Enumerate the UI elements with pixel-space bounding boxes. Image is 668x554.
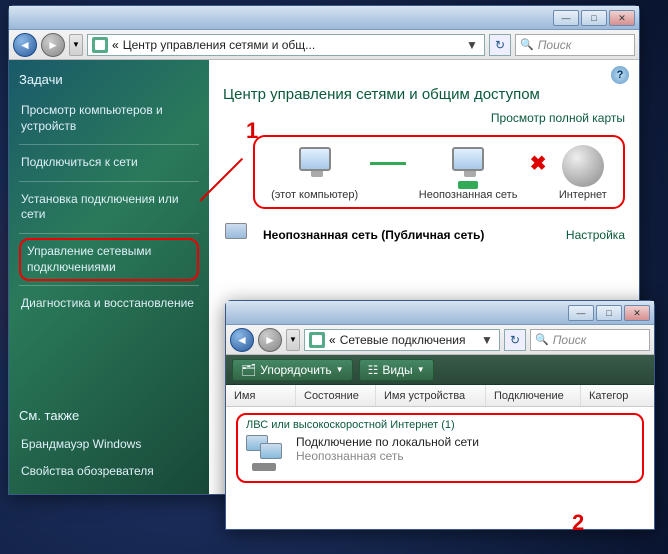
address-prefix: « <box>112 38 119 52</box>
network-icon <box>92 37 108 53</box>
help-icon[interactable]: ? <box>611 66 629 84</box>
organize-button[interactable]: 🗂Упорядочить▼ <box>232 359 353 381</box>
search-icon: 🔍 <box>520 38 534 51</box>
address-bar[interactable]: « Центр управления сетями и общ... ▼ <box>87 34 485 56</box>
connection-failed-icon: ✖ <box>530 151 547 176</box>
network-map: (этот компьютер) Неопознанная сеть ✖ Инт… <box>253 135 625 209</box>
col-status[interactable]: Состояние <box>296 385 376 406</box>
views-button[interactable]: ☷Виды▼ <box>359 359 434 381</box>
seealso-header: См. также <box>19 408 199 423</box>
seealso-internet-options[interactable]: Свойства обозревателя <box>19 458 199 486</box>
back-button-2[interactable]: ◄ <box>230 328 254 352</box>
search-box-2[interactable]: 🔍 Поиск <box>530 329 650 351</box>
refresh-button-2[interactable]: ↻ <box>504 329 526 351</box>
network-connections-window: — □ ✕ ◄ ► ▼ « Сетевые подключения ▼ ↻ 🔍 … <box>225 300 655 530</box>
search-icon-2: 🔍 <box>535 333 549 346</box>
group-header[interactable]: ЛВС или высокоскоростной Интернет (1) <box>246 419 634 431</box>
task-connect-network[interactable]: Подключиться к сети <box>19 149 199 177</box>
task-diagnose-repair[interactable]: Диагностика и восстановление <box>19 290 199 318</box>
network-icon-2 <box>309 332 325 348</box>
lan-connection-item[interactable]: Подключение по локальной сети Неопознанн… <box>246 435 634 471</box>
network-status-text: Неопознанная сеть (Публичная сеть) <box>263 228 484 242</box>
address-text-2: Сетевые подключения <box>340 333 475 347</box>
search-placeholder-2: Поиск <box>553 333 587 347</box>
connection-ok-icon <box>370 162 406 165</box>
search-placeholder: Поиск <box>538 38 572 52</box>
connection-status: Неопознанная сеть <box>296 449 479 463</box>
address-text: Центр управления сетями и общ... <box>123 38 460 52</box>
navbar: ◄ ► ▼ « Центр управления сетями и общ...… <box>9 30 639 60</box>
node-this-computer[interactable]: (этот компьютер) <box>271 145 358 201</box>
node-internet[interactable]: Интернет <box>559 145 607 201</box>
page-title: Центр управления сетями и общим доступом <box>223 86 625 103</box>
customize-link[interactable]: Настройка <box>566 228 625 242</box>
back-button[interactable]: ◄ <box>13 33 37 57</box>
search-box[interactable]: 🔍 Поиск <box>515 34 635 56</box>
view-full-map-link[interactable]: Просмотр полной карты <box>491 111 625 125</box>
maximize-button[interactable]: □ <box>581 10 607 26</box>
explorer-toolbar: 🗂Упорядочить▼ ☷Виды▼ <box>226 355 654 385</box>
sidebar-header: Задачи <box>19 72 199 87</box>
address-drop-icon[interactable]: ▼ <box>464 38 480 52</box>
refresh-button[interactable]: ↻ <box>489 34 511 56</box>
history-dropdown[interactable]: ▼ <box>69 34 83 56</box>
titlebar-2[interactable]: — □ ✕ <box>226 301 654 325</box>
network-status-row: Неопознанная сеть (Публичная сеть) Настр… <box>223 217 625 253</box>
minimize-button[interactable]: — <box>553 10 579 26</box>
connection-name: Подключение по локальной сети <box>296 435 479 449</box>
history-dropdown-2[interactable]: ▼ <box>286 329 300 351</box>
column-headers[interactable]: Имя Состояние Имя устройства Подключение… <box>226 385 654 407</box>
navbar-2: ◄ ► ▼ « Сетевые подключения ▼ ↻ 🔍 Поиск <box>226 325 654 355</box>
task-view-computers[interactable]: Просмотр компьютеров и устройств <box>19 97 199 140</box>
col-name[interactable]: Имя <box>226 385 296 406</box>
task-manage-connections[interactable]: Управление сетевыми подключениями <box>19 238 199 281</box>
close-button[interactable]: ✕ <box>609 10 635 26</box>
seealso-firewall[interactable]: Брандмауэр Windows <box>19 431 199 459</box>
connections-list: ЛВС или высокоскоростной Интернет (1) По… <box>226 407 654 529</box>
col-device[interactable]: Имя устройства <box>376 385 486 406</box>
maximize-button-2[interactable]: □ <box>596 305 622 321</box>
network-status-icon <box>223 221 255 249</box>
annotation-2: 2 <box>572 510 584 536</box>
tasks-sidebar: Задачи Просмотр компьютеров и устройств … <box>9 60 209 494</box>
titlebar[interactable]: — □ ✕ <box>9 6 639 30</box>
address-prefix-2: « <box>329 333 336 347</box>
address-bar-2[interactable]: « Сетевые подключения ▼ <box>304 329 500 351</box>
lan-group: ЛВС или высокоскоростной Интернет (1) По… <box>236 413 644 483</box>
annotation-1: 1 <box>246 118 258 144</box>
col-category[interactable]: Категор <box>581 385 654 406</box>
minimize-button-2[interactable]: — <box>568 305 594 321</box>
forward-button-2[interactable]: ► <box>258 328 282 352</box>
col-connection[interactable]: Подключение <box>486 385 581 406</box>
close-button-2[interactable]: ✕ <box>624 305 650 321</box>
forward-button[interactable]: ► <box>41 33 65 57</box>
task-setup-connection[interactable]: Установка подключения или сети <box>19 186 199 229</box>
lan-connection-icon <box>246 435 288 471</box>
address-drop-icon-2[interactable]: ▼ <box>479 333 495 347</box>
node-unknown-network[interactable]: Неопознанная сеть <box>419 145 518 201</box>
